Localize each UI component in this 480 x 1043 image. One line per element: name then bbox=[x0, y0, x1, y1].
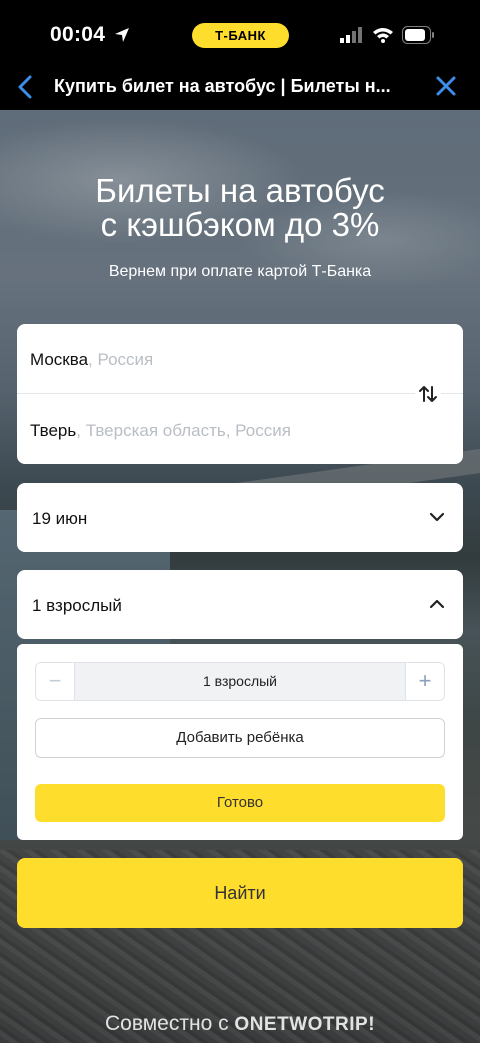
page-title: Купить билет на автобус | Билеты н... bbox=[54, 76, 391, 96]
passengers-dropdown: − 1 взрослый + Добавить ребёнка Готово bbox=[17, 644, 463, 840]
hero-title: Билеты на автобус с кэшбэком до 3% bbox=[0, 174, 480, 242]
decrement-button[interactable]: − bbox=[36, 663, 75, 700]
nav-bar: Купить билет на автобус | Билеты н... bbox=[0, 66, 480, 110]
swap-arrows-icon bbox=[419, 386, 437, 402]
chevron-down-icon bbox=[429, 512, 445, 522]
adults-stepper: − 1 взрослый + bbox=[35, 662, 445, 701]
wifi-icon bbox=[373, 28, 393, 43]
battery-icon bbox=[402, 26, 434, 44]
to-region: , Тверская область, Россия bbox=[76, 421, 291, 440]
passengers-value: 1 взрослый bbox=[32, 596, 122, 615]
from-field[interactable]: Москва, Россия bbox=[30, 350, 153, 370]
route-divider bbox=[17, 393, 463, 394]
add-child-button[interactable]: Добавить ребёнка bbox=[35, 718, 445, 758]
status-bar: 00:04 Т‑БАНК bbox=[0, 0, 480, 66]
to-city: Тверь bbox=[30, 421, 77, 440]
hero-title-line1: Билеты на автобус bbox=[95, 172, 385, 209]
status-time: 00:04 bbox=[50, 23, 106, 46]
chevron-up-icon bbox=[429, 599, 445, 609]
hero-subtitle: Вернем при оплате картой Т-Банка bbox=[108, 263, 372, 280]
from-city: Москва bbox=[30, 350, 89, 369]
partner-logo: ONETWOTRIP! bbox=[234, 1014, 376, 1035]
from-region: , Россия bbox=[88, 350, 154, 369]
route-card: Москва, Россия Тверь, Тверская область, … bbox=[17, 324, 463, 464]
partner-footer: Совместно с ONETWOTRIP! bbox=[0, 1012, 480, 1036]
cellular-signal-icon bbox=[340, 27, 362, 43]
date-value: 19 июн bbox=[32, 509, 88, 528]
search-button[interactable]: Найти bbox=[17, 858, 463, 928]
hero-title-line2: с кэшбэком до 3% bbox=[100, 206, 380, 243]
to-field[interactable]: Тверь, Тверская область, Россия bbox=[30, 421, 291, 441]
increment-button[interactable]: + bbox=[405, 663, 444, 700]
passengers-select[interactable]: 1 взрослый bbox=[17, 570, 463, 639]
footer-prefix: Совместно с bbox=[104, 1012, 235, 1035]
adults-count: 1 взрослый bbox=[75, 663, 405, 700]
bank-pill[interactable]: Т‑БАНК bbox=[192, 23, 289, 48]
close-icon[interactable] bbox=[434, 74, 458, 98]
location-arrow-icon bbox=[115, 28, 129, 42]
swap-button[interactable] bbox=[415, 382, 441, 406]
done-button[interactable]: Готово bbox=[35, 784, 445, 822]
back-chevron-icon[interactable] bbox=[14, 73, 38, 101]
date-select[interactable]: 19 июн bbox=[17, 483, 463, 552]
